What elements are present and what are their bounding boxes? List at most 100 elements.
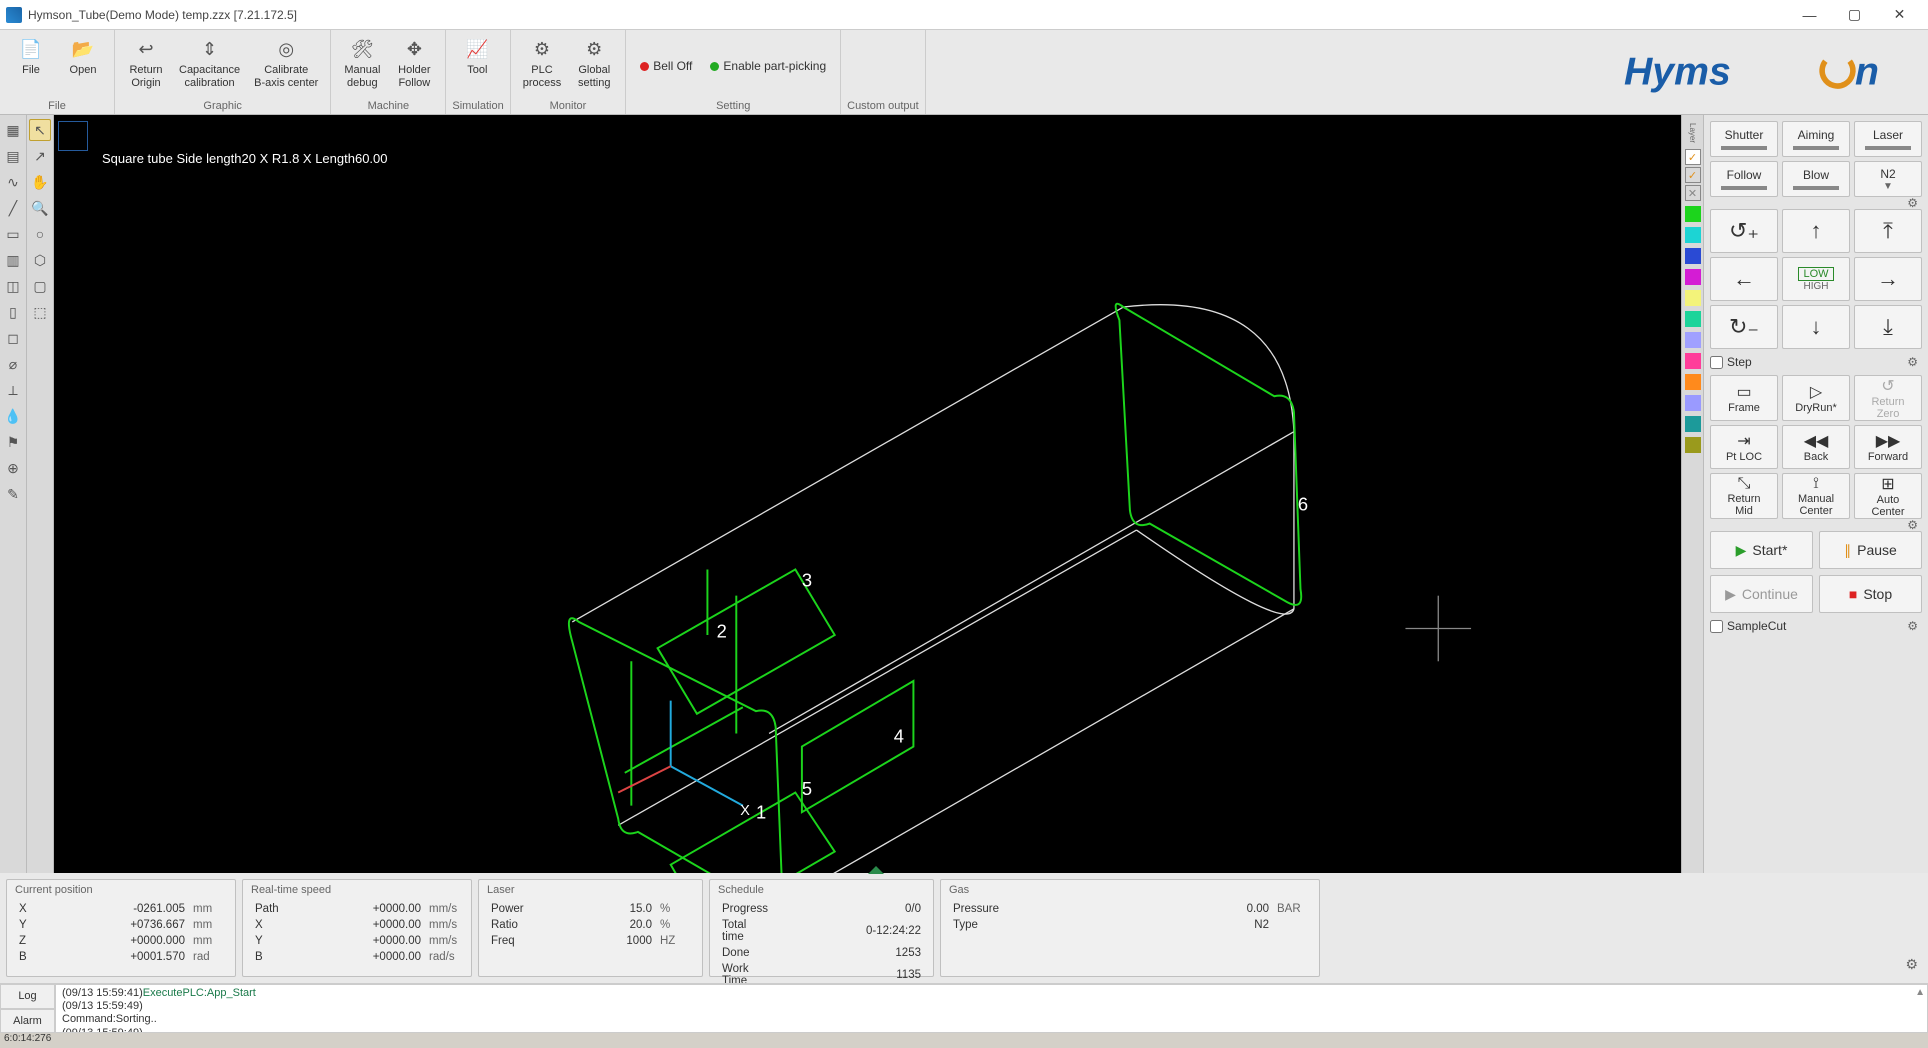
- action-pt-loc[interactable]: ⇥Pt LOC: [1710, 425, 1778, 469]
- window-title: Hymson_Tube(Demo Mode) temp.zzx [7.21.17…: [28, 8, 1787, 22]
- gear-icon[interactable]: ⚙: [1907, 196, 1918, 210]
- flag-icon[interactable]: ⚑: [2, 431, 24, 453]
- status-panel-laser: LaserPower15.0%Ratio20.0%Freq1000HZ: [478, 879, 703, 977]
- stop-button[interactable]: ■Stop: [1819, 575, 1922, 613]
- layer-swatch[interactable]: [1685, 269, 1701, 285]
- toggle-shutter[interactable]: Shutter: [1710, 121, 1778, 157]
- layer-swatch[interactable]: [1685, 374, 1701, 390]
- doc-icon[interactable]: ▯: [2, 301, 24, 323]
- jog-z-up[interactable]: ⤒: [1854, 209, 1922, 253]
- ribbon-global-setting[interactable]: ⚙Globalsetting: [569, 34, 619, 98]
- minimize-button[interactable]: —: [1787, 0, 1832, 30]
- layer-swatch[interactable]: [1685, 395, 1701, 411]
- action-back[interactable]: ◀◀Back: [1782, 425, 1850, 469]
- ribbon-file[interactable]: 📄File: [6, 34, 56, 98]
- node-tool-icon[interactable]: ↗: [29, 145, 51, 167]
- maximize-button[interactable]: ▢: [1832, 0, 1877, 30]
- ribbon-tool[interactable]: 📈Tool: [452, 34, 502, 98]
- gear-icon[interactable]: ⚙: [1907, 518, 1918, 532]
- rrect-icon[interactable]: ▢: [29, 275, 51, 297]
- layer-swatch[interactable]: [1685, 311, 1701, 327]
- ribbon-manual-debug[interactable]: 🛠Manualdebug: [337, 34, 387, 98]
- action-return-mid[interactable]: ⤡ReturnMid: [1710, 473, 1778, 519]
- jog-right[interactable]: →: [1854, 257, 1922, 301]
- titlebar: Hymson_Tube(Demo Mode) temp.zzx [7.21.17…: [0, 0, 1928, 30]
- layer-swatch[interactable]: [1685, 290, 1701, 306]
- bottom-area: Current positionX-0261.005mmY+0736.667mm…: [0, 873, 1928, 1048]
- drop-icon[interactable]: 💧: [2, 405, 24, 427]
- curve-icon[interactable]: ∿: [2, 171, 24, 193]
- layer-mark[interactable]: ✓: [1685, 167, 1701, 183]
- toggle-laser[interactable]: Laser: [1854, 121, 1922, 157]
- jog-speed-toggle[interactable]: LOW HIGH: [1782, 257, 1850, 301]
- measure-icon[interactable]: ⟂: [2, 379, 24, 401]
- layer-mark[interactable]: ✕: [1685, 185, 1701, 201]
- zoom-tool-icon[interactable]: 🔍: [29, 197, 51, 219]
- layer-swatch[interactable]: [1685, 353, 1701, 369]
- canvas-thumbnail[interactable]: [58, 121, 88, 151]
- action-dryrun-[interactable]: ▷DryRun*: [1782, 375, 1850, 421]
- grid-icon[interactable]: ▦: [2, 119, 24, 141]
- ribbon-open[interactable]: 📂Open: [58, 34, 108, 98]
- ribbon-icon: ↩: [134, 38, 158, 62]
- layer-mark[interactable]: ✓: [1685, 149, 1701, 165]
- toggle-bell-off[interactable]: Bell Off: [632, 34, 700, 98]
- svg-text:4: 4: [894, 726, 904, 747]
- layer-swatch[interactable]: [1685, 332, 1701, 348]
- jog-left[interactable]: ←: [1710, 257, 1778, 301]
- jog-rotate-cw[interactable]: ↻₋: [1710, 305, 1778, 349]
- log-tab-log[interactable]: Log: [0, 984, 55, 1009]
- ribbon-capacitance-calibration[interactable]: ⇕Capacitancecalibration: [173, 34, 246, 98]
- start-button[interactable]: ▶Start*: [1710, 531, 1813, 569]
- split-icon[interactable]: ◫: [2, 275, 24, 297]
- jog-down[interactable]: ↓: [1782, 305, 1850, 349]
- log-tab-alarm[interactable]: Alarm: [0, 1009, 55, 1034]
- line-icon[interactable]: ╱: [2, 197, 24, 219]
- jog-up[interactable]: ↑: [1782, 209, 1850, 253]
- ribbon-return-origin[interactable]: ↩ReturnOrigin: [121, 34, 171, 98]
- action-auto-center[interactable]: ⊞AutoCenter: [1854, 473, 1922, 519]
- jog-z-down[interactable]: ⤓: [1854, 305, 1922, 349]
- toggle-n2[interactable]: N2▼: [1854, 161, 1922, 197]
- layers-icon[interactable]: ▤: [2, 145, 24, 167]
- rect-icon[interactable]: ▭: [2, 223, 24, 245]
- action-frame[interactable]: ▭Frame: [1710, 375, 1778, 421]
- layer-swatch[interactable]: [1685, 437, 1701, 453]
- wand-icon[interactable]: ✎: [2, 483, 24, 505]
- gear-icon[interactable]: ⚙: [1901, 952, 1922, 977]
- pause-button[interactable]: ∥Pause: [1819, 531, 1922, 569]
- canvas-handle-icon[interactable]: [868, 866, 884, 874]
- close-button[interactable]: ✕: [1877, 0, 1922, 30]
- target-icon[interactable]: ⊕: [2, 457, 24, 479]
- action-manual-center[interactable]: ⟟ManualCenter: [1782, 473, 1850, 519]
- slot-icon[interactable]: ◻: [2, 327, 24, 349]
- select-tool-icon[interactable]: ↖: [29, 119, 51, 141]
- toggle-blow[interactable]: Blow: [1782, 161, 1850, 197]
- ribbon-icon: ✥: [402, 38, 426, 62]
- pan-tool-icon[interactable]: ✋: [29, 171, 51, 193]
- layer-swatch[interactable]: [1685, 206, 1701, 222]
- dash-rect-icon[interactable]: ⬚: [29, 301, 51, 323]
- hex-icon[interactable]: ⬡: [29, 249, 51, 271]
- toggle-follow[interactable]: Follow: [1710, 161, 1778, 197]
- gear-icon[interactable]: ⚙: [1907, 619, 1918, 633]
- action-forward[interactable]: ▶▶Forward: [1854, 425, 1922, 469]
- circle-icon[interactable]: ○: [29, 223, 51, 245]
- layer-swatch[interactable]: [1685, 248, 1701, 264]
- continue-button[interactable]: ▶Continue: [1710, 575, 1813, 613]
- ribbon-holder-follow[interactable]: ✥HolderFollow: [389, 34, 439, 98]
- canvas[interactable]: Square tube Side length20 X R1.8 X Lengt…: [54, 115, 1681, 873]
- step-checkbox[interactable]: [1710, 356, 1723, 369]
- ribbon-calibrate-b-axis-center[interactable]: ◎CalibrateB-axis center: [248, 34, 324, 98]
- thread-icon[interactable]: ⌀: [2, 353, 24, 375]
- layer-swatch[interactable]: [1685, 227, 1701, 243]
- ribbon-plc-process[interactable]: ⚙PLCprocess: [517, 34, 568, 98]
- cols-icon[interactable]: ▥: [2, 249, 24, 271]
- samplecut-checkbox[interactable]: [1710, 620, 1723, 633]
- toggle-aiming[interactable]: Aiming: [1782, 121, 1850, 157]
- jog-rotate-ccw[interactable]: ↺₊: [1710, 209, 1778, 253]
- layer-swatch[interactable]: [1685, 416, 1701, 432]
- gear-icon[interactable]: ⚙: [1907, 355, 1918, 369]
- toggle-enable-part-picking[interactable]: Enable part-picking: [702, 34, 834, 98]
- status-panel-current-position: Current positionX-0261.005mmY+0736.667mm…: [6, 879, 236, 977]
